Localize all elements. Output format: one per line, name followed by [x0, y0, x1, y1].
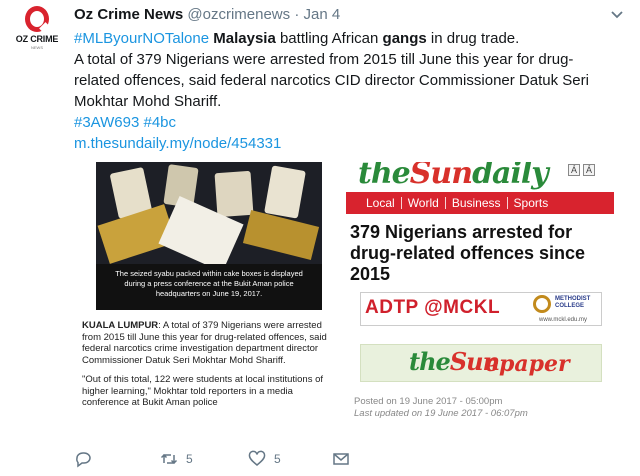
article-paragraph-1: KUALA LUMPUR: A total of 379 Nigerians w… — [82, 320, 332, 366]
article-image-card[interactable]: The seized syabu packed within cake boxe… — [74, 162, 614, 438]
logo-sun: Sun — [409, 162, 473, 191]
nav-local: Local — [366, 196, 395, 210]
ad-brand-line-2: COLLEGE — [555, 303, 585, 309]
ad-brand-line-1: METHODIST — [555, 296, 591, 302]
separator-dot: · — [294, 6, 300, 23]
updated-date: Last updated on 19 June 2017 - 06:07pm — [354, 408, 528, 419]
tweet-text-battling: battling African — [279, 30, 379, 47]
ad-brand: METHODIST COLLEGE — [555, 296, 590, 310]
font-size-controls: Á Á — [568, 164, 596, 176]
avatar-subtext: NEWS — [31, 45, 43, 50]
retweet-count: 5 — [186, 452, 193, 466]
epaper-the: the — [409, 347, 451, 376]
tweet-text-drug-trade: in drug trade. — [430, 30, 520, 47]
font-decrease-icon: Á — [568, 164, 581, 176]
tweet-header: Oz Crime News @ozcrimenews · Jan 4 — [74, 6, 340, 23]
ad-text: ADTP @MCKL — [365, 297, 501, 318]
like-button[interactable]: 5 — [248, 450, 281, 468]
oz-crime-logo-icon — [25, 6, 49, 32]
envelope-icon — [333, 453, 349, 465]
logo-the: the — [358, 162, 411, 191]
article-url-link[interactable]: m.thesundaily.my/node/454331 — [74, 133, 614, 154]
tweet-body-line-2: related offences, said federal narcotics… — [74, 72, 589, 89]
author-name[interactable]: Oz Crime News — [74, 6, 183, 23]
avatar-text: OZ CRIME — [15, 34, 59, 44]
nav-divider — [506, 197, 508, 209]
dateline: KUALA LUMPUR — [82, 320, 159, 331]
packet-shape — [264, 165, 306, 219]
heart-icon — [248, 450, 266, 466]
nav-divider — [400, 197, 402, 209]
hashtags-link[interactable]: #3AW693 #4bc — [74, 112, 614, 133]
author-handle[interactable]: @ozcrimenews — [187, 6, 290, 23]
tweet-date[interactable]: Jan 4 — [304, 6, 341, 23]
reply-button[interactable] — [74, 450, 92, 468]
tweet-word-gangs: gangs — [382, 30, 427, 47]
nav-business: Business — [451, 196, 501, 210]
hashtag-link[interactable]: #MLByourNOTalone — [74, 30, 209, 47]
retweet-icon — [160, 453, 178, 465]
college-seal-icon — [533, 295, 551, 313]
packet-shape — [214, 170, 254, 218]
tweet-body-line-1: A total of 379 Nigerians were arrested f… — [74, 51, 574, 68]
nav-divider — [444, 197, 446, 209]
tweet-line-1: #MLByourNOTalone Malaysia battling Afric… — [74, 28, 614, 49]
ad-url: www.mckl.edu.my — [539, 317, 588, 323]
article-body: KUALA LUMPUR: A total of 379 Nigerians w… — [82, 320, 332, 417]
like-count: 5 — [274, 452, 281, 466]
photo-caption: The seized syabu packed within cake boxe… — [96, 264, 322, 310]
tweet-text: #MLByourNOTalone Malaysia battling Afric… — [74, 28, 614, 154]
posted-date: Posted on 19 June 2017 - 05:00pm — [354, 396, 503, 407]
seized-drugs-photo: The seized syabu packed within cake boxe… — [96, 162, 322, 310]
tweet-body-line-3: Mokhtar Mohd Shariff. — [74, 93, 222, 110]
retweet-button[interactable]: 5 — [160, 450, 193, 468]
box-shape — [242, 210, 320, 260]
thesundaily-logo: theSundaily — [358, 162, 549, 191]
reply-icon — [76, 452, 91, 468]
logo-daily: daily — [472, 162, 549, 191]
thesun-epaper-banner: theSun epaper — [360, 344, 602, 382]
nav-sports: Sports — [513, 196, 549, 210]
nav-world: World — [407, 196, 439, 210]
site-nav: Local World Business Sports — [346, 192, 614, 214]
chevron-down-icon[interactable] — [610, 8, 624, 22]
font-increase-icon: Á — [583, 164, 596, 176]
tweet-word-malaysia: Malaysia — [213, 30, 276, 47]
article-meta: Posted on 19 June 2017 - 05:00pm Last up… — [354, 396, 528, 420]
article-headline: 379 Nigerians arrested for drug-related … — [350, 222, 586, 284]
avatar[interactable]: OZ CRIME NEWS — [14, 6, 60, 56]
epaper-label: epaper — [485, 351, 570, 377]
article-paragraph-2: "Out of this total, 122 were students at… — [82, 374, 324, 408]
direct-message-button[interactable] — [332, 450, 350, 468]
tweet-actions: 5 5 — [74, 450, 374, 470]
mckl-ad-banner: ADTP @MCKL METHODIST COLLEGE www.mckl.edu… — [360, 292, 602, 326]
